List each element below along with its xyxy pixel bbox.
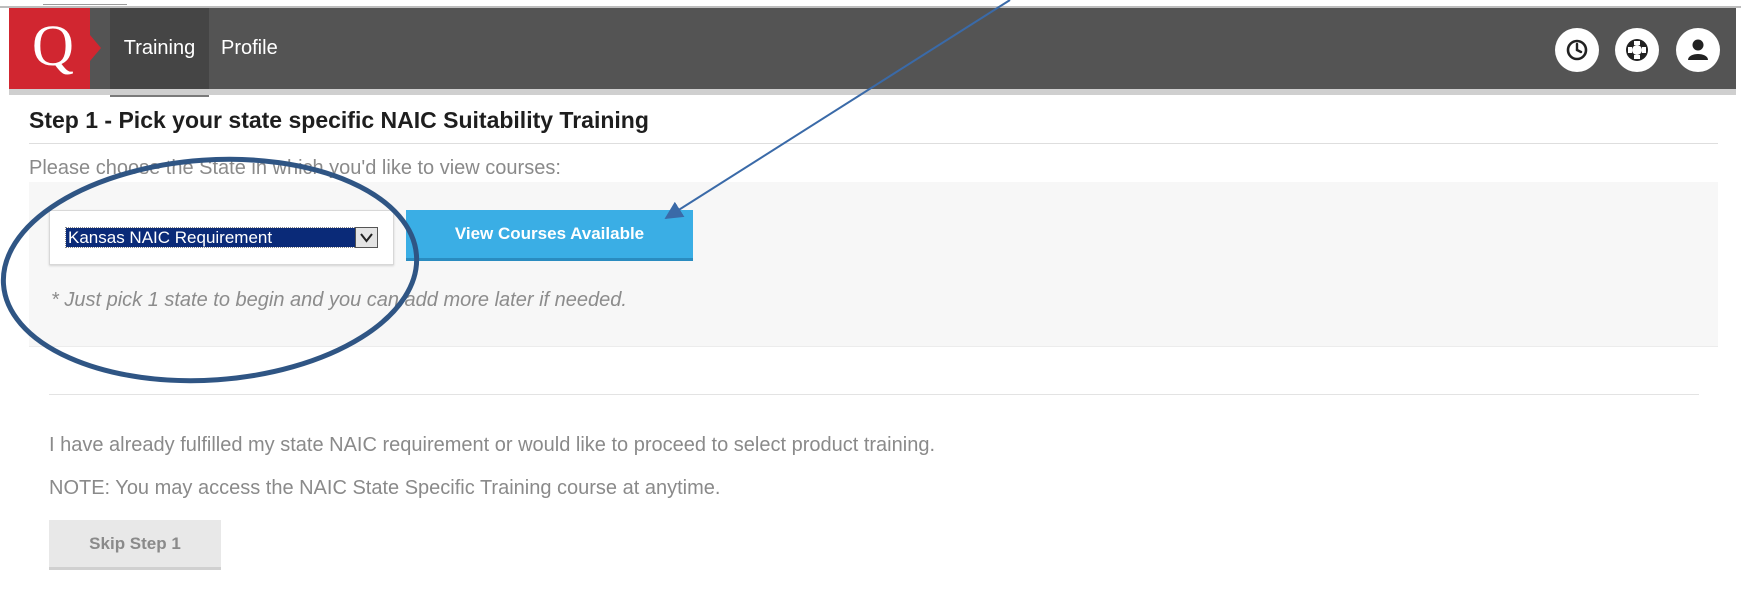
tab-training[interactable]: Training — [110, 8, 209, 97]
chevron-down-icon[interactable] — [355, 227, 378, 248]
page-title: Step 1 - Pick your state specific NAIC S… — [29, 107, 649, 133]
state-hint: * Just pick 1 state to begin and you can… — [51, 289, 627, 311]
history-icon[interactable] — [1555, 28, 1599, 72]
top-strip — [0, 0, 1741, 8]
state-select[interactable]: Kansas NAIC Requirement — [49, 210, 394, 265]
top-strip-line — [43, 4, 127, 5]
fulfilled-text: I have already fulfilled my state NAIC r… — [49, 434, 935, 456]
tab-training-label: Training — [123, 37, 196, 59]
title-divider — [29, 143, 1718, 144]
tab-profile-label: Profile — [221, 37, 278, 59]
tab-profile[interactable]: Profile — [221, 8, 278, 89]
logo-letter: Q — [32, 13, 74, 78]
page: Q Training Profile Step 1 - Pick your st… — [0, 0, 1741, 596]
section-divider — [49, 394, 1699, 395]
navbar-underline — [9, 89, 1736, 95]
navbar: Q Training Profile — [9, 8, 1736, 97]
help-icon[interactable] — [1615, 28, 1659, 72]
state-instruction: Please choose the State in which you'd l… — [29, 157, 561, 179]
note-text: NOTE: You may access the NAIC State Spec… — [49, 477, 721, 499]
state-select-value: Kansas NAIC Requirement — [65, 227, 357, 248]
skip-step-button[interactable]: Skip Step 1 — [49, 520, 221, 570]
view-courses-button[interactable]: View Courses Available — [406, 210, 693, 261]
logo-notch — [90, 35, 101, 61]
user-icon[interactable] — [1676, 28, 1720, 72]
logo[interactable]: Q — [9, 8, 90, 89]
